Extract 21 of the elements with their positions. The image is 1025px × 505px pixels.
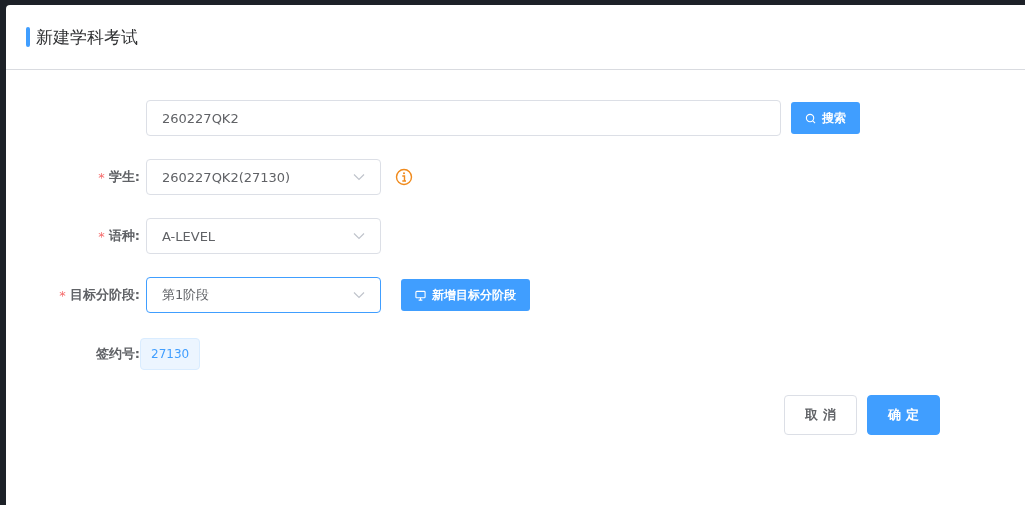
- chevron-down-icon: [353, 173, 365, 181]
- field-label: 语种:: [108, 227, 140, 245]
- info-icon[interactable]: [395, 168, 413, 186]
- monitor-icon: [415, 289, 426, 301]
- field-label: 签约号:: [95, 345, 140, 363]
- select-field[interactable]: 260227QK2(27130): [146, 159, 381, 195]
- select-field[interactable]: A-LEVEL: [146, 218, 381, 254]
- cancel-button[interactable]: 取 消: [784, 395, 857, 435]
- select-field[interactable]: 第1阶段: [146, 277, 381, 313]
- field-label: 目标分阶段:: [69, 286, 140, 304]
- search-icon: [805, 112, 816, 124]
- chevron-down-icon: [353, 232, 365, 240]
- contract-number-tag: 27130: [140, 338, 201, 370]
- title-accent-bar: [26, 27, 30, 47]
- required-mark: *: [98, 228, 105, 244]
- dialog-title: 新建学科考试: [36, 25, 138, 49]
- required-mark: *: [59, 287, 66, 303]
- field-label: 学生:: [108, 168, 140, 186]
- chevron-down-icon: [353, 291, 365, 299]
- search-field[interactable]: 260227QK2: [146, 100, 781, 136]
- required-mark: *: [98, 169, 105, 185]
